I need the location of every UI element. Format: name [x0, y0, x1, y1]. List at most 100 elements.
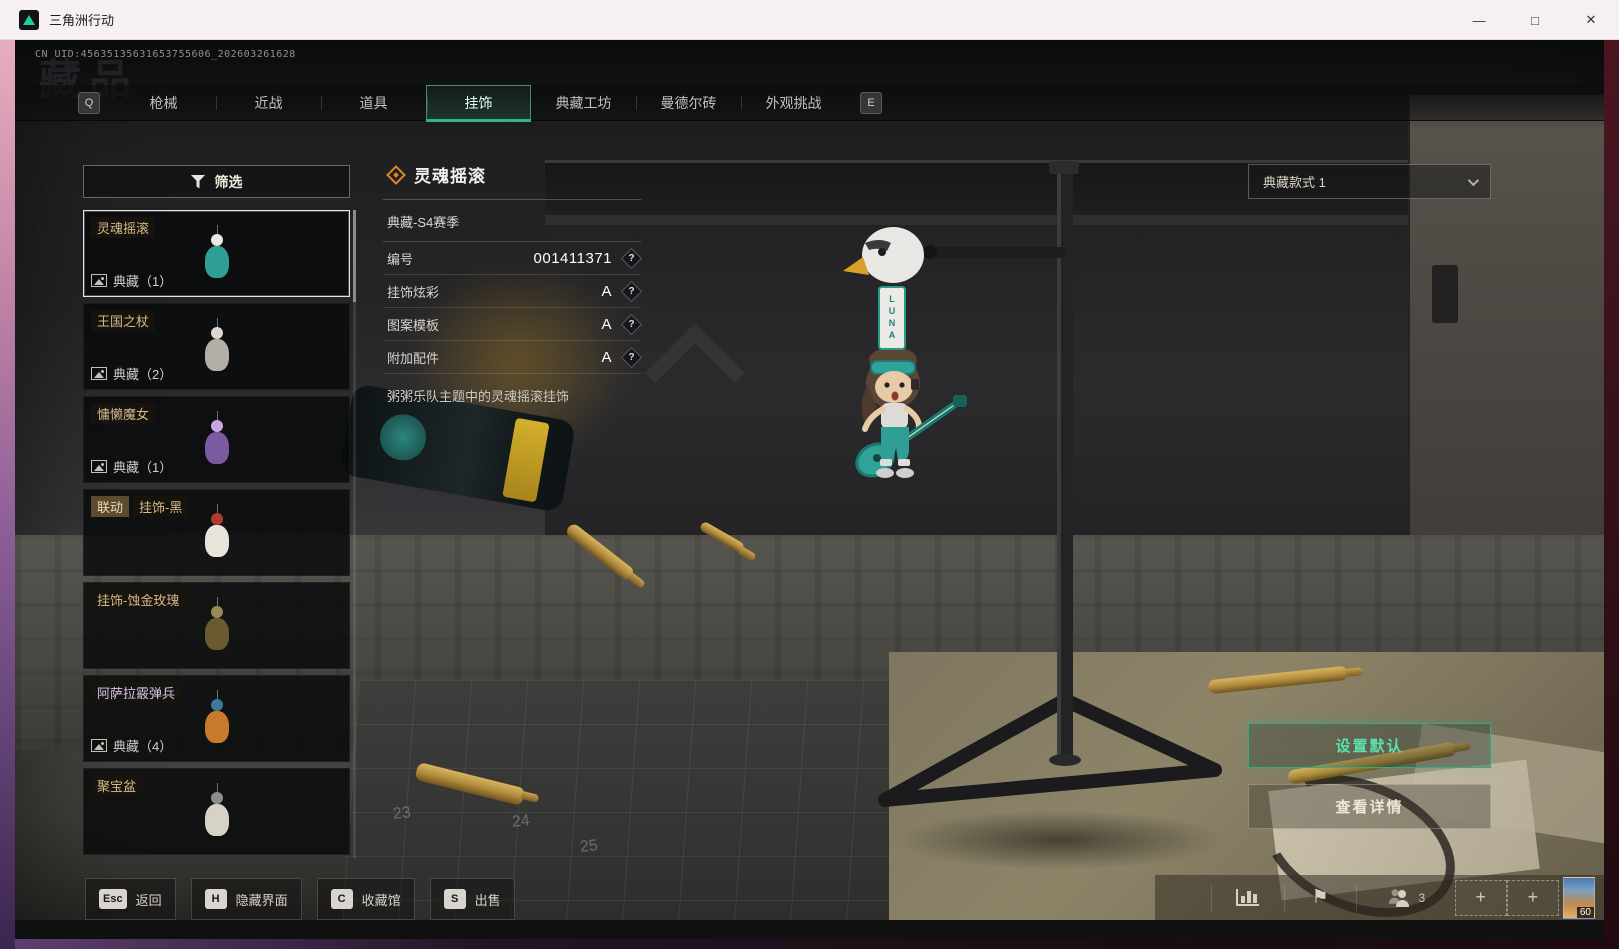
filter-button[interactable]: 筛选: [83, 165, 350, 198]
collection-count: 典藏（2）: [91, 364, 172, 383]
charm-figure: [843, 227, 967, 478]
list-item[interactable]: 阿萨拉霰弹兵 典藏（4）: [83, 675, 350, 762]
player-avatar[interactable]: 60: [1562, 876, 1595, 919]
app-window: 三角洲行动 — □ ✕ 23 24 25 LUNA 藏品 CN UID:4563…: [0, 0, 1619, 949]
item-thumbnail: [197, 318, 237, 380]
shortcut-keycap: S: [443, 889, 466, 909]
chevron-down-icon: [1467, 174, 1480, 186]
detail-label: 图案模板: [387, 317, 440, 333]
charm-stand: [878, 161, 1222, 807]
item-thumbnail: [197, 690, 237, 752]
detail-row: 挂饰炫彩 A ?: [383, 275, 643, 308]
eagle-head-charm: [843, 227, 924, 283]
tab-label: 挂饰: [464, 95, 493, 111]
bottom-letterbox: [15, 920, 1604, 939]
item-name-badge: 挂饰-黑: [133, 496, 189, 517]
help-icon[interactable]: ?: [620, 280, 643, 302]
shortcut-button[interactable]: Esc 返回: [85, 878, 176, 920]
item-name-badge: 挂饰-蚀金玫瑰: [91, 589, 186, 610]
season-label: 典藏-S4赛季: [383, 200, 641, 242]
item-thumbnail: [197, 597, 237, 659]
tab-label: 曼德尔砖: [660, 95, 717, 111]
shortcut-button[interactable]: H 隐藏界面: [190, 878, 302, 920]
invite-slot[interactable]: +: [1506, 875, 1559, 920]
item-name-badge: 灵魂摇滚: [91, 217, 156, 238]
rarity-diamond-icon: [386, 164, 406, 185]
item-thumbnail: [197, 504, 237, 566]
plus-icon: +: [1527, 887, 1539, 907]
item-thumbnail: [197, 225, 237, 287]
item-description: 粥粥乐队主题中的灵魂摇滚挂饰: [387, 389, 570, 404]
list-item[interactable]: 灵魂摇滚 典藏（1）: [83, 210, 350, 297]
shortcut-label: 收藏馆: [361, 892, 401, 908]
window-title: 三角洲行动: [49, 13, 115, 28]
prev-tab-keycap: Q: [78, 92, 100, 114]
tab[interactable]: 典藏工坊: [531, 85, 636, 121]
collection-icon: [91, 460, 107, 473]
shortcut-button[interactable]: S 出售: [429, 878, 515, 920]
list-item[interactable]: 慵懒魔女 典藏（1）: [83, 396, 350, 483]
item-badges: 聚宝盆: [91, 775, 143, 796]
stats-button[interactable]: [1212, 875, 1283, 920]
charm-display: [843, 161, 1222, 807]
hud-band: ⚑ 3 + + 60: [1155, 875, 1604, 920]
detail-row: 图案模板 A ?: [383, 308, 643, 341]
tab[interactable]: 道具: [321, 85, 426, 121]
item-badges: 灵魂摇滚: [91, 217, 156, 238]
item-title: 灵魂摇滚: [414, 167, 486, 186]
tab[interactable]: 近战: [216, 85, 321, 121]
tab[interactable]: 外观挑战: [741, 85, 846, 121]
item-badges: 王国之杖: [91, 310, 156, 331]
level-badge: 60: [1576, 906, 1594, 918]
minimize-button[interactable]: —: [1451, 0, 1507, 40]
details-panel: 灵魂摇滚 典藏-S4赛季 编号 001411371 ? 挂饰炫彩 A ? 图案模…: [383, 158, 643, 417]
flag-icon: ⚑: [1311, 887, 1329, 908]
collection-count: 典藏（1）: [91, 457, 172, 476]
detail-value: A: [601, 348, 612, 366]
detail-row: 附加配件 A ?: [383, 341, 643, 374]
tab[interactable]: 挂饰: [426, 85, 531, 122]
flag-button[interactable]: ⚑: [1284, 875, 1355, 920]
tab[interactable]: 枪械: [111, 85, 216, 121]
help-icon[interactable]: ?: [620, 313, 643, 335]
invite-slot[interactable]: +: [1454, 875, 1507, 920]
desktop-wallpaper-left: [0, 40, 15, 949]
list-item[interactable]: 王国之杖 典藏（2）: [83, 303, 350, 390]
detail-label: 挂饰炫彩: [387, 284, 440, 300]
list-scrollbar[interactable]: [353, 210, 356, 858]
detail-label: 编号: [387, 251, 414, 267]
mat-number: 25: [579, 837, 599, 856]
item-thumbnail: [197, 783, 237, 845]
team-button[interactable]: 3: [1357, 875, 1455, 920]
tab-label: 近战: [254, 95, 283, 111]
tab-label: 枪械: [149, 95, 178, 111]
set-default-button[interactable]: 设置默认: [1248, 723, 1491, 768]
detail-value: A: [601, 282, 612, 300]
rocker-girl-charm: [855, 347, 967, 478]
mat-number: 23: [392, 804, 412, 823]
tabs: 枪械 近战 道具 挂饰 典藏工坊 曼德尔砖 外观挑战: [111, 85, 846, 122]
view-details-button[interactable]: 查看详情: [1248, 784, 1491, 829]
list-item[interactable]: 挂饰-蚀金玫瑰: [83, 582, 350, 669]
help-icon[interactable]: ?: [620, 247, 643, 269]
tab-label: 典藏工坊: [555, 95, 612, 111]
detail-label: 附加配件: [387, 350, 440, 366]
item-name-badge: 聚宝盆: [91, 775, 143, 796]
shortcut-label: 隐藏界面: [235, 892, 288, 908]
charm-strap: LUNA: [878, 286, 906, 350]
shortcut-button[interactable]: C 收藏馆: [316, 878, 415, 920]
item-badges: 挂饰-蚀金玫瑰: [91, 589, 186, 610]
collection-icon: [91, 367, 107, 380]
maximize-button[interactable]: □: [1507, 0, 1563, 40]
list-item[interactable]: 联动 挂饰-黑: [83, 489, 350, 576]
detail-value: 001411371: [533, 249, 612, 267]
style-dropdown[interactable]: 典藏款式 1: [1248, 164, 1491, 199]
shortcut-label: 出售: [474, 892, 501, 908]
list-item[interactable]: 聚宝盆: [83, 768, 350, 855]
collection-count: 典藏（4）: [91, 736, 172, 755]
close-button[interactable]: ✕: [1563, 0, 1619, 40]
app-logo-icon: [19, 9, 39, 30]
collection-icon: [91, 274, 107, 287]
tab[interactable]: 曼德尔砖: [636, 85, 741, 121]
help-icon[interactable]: ?: [620, 346, 643, 368]
